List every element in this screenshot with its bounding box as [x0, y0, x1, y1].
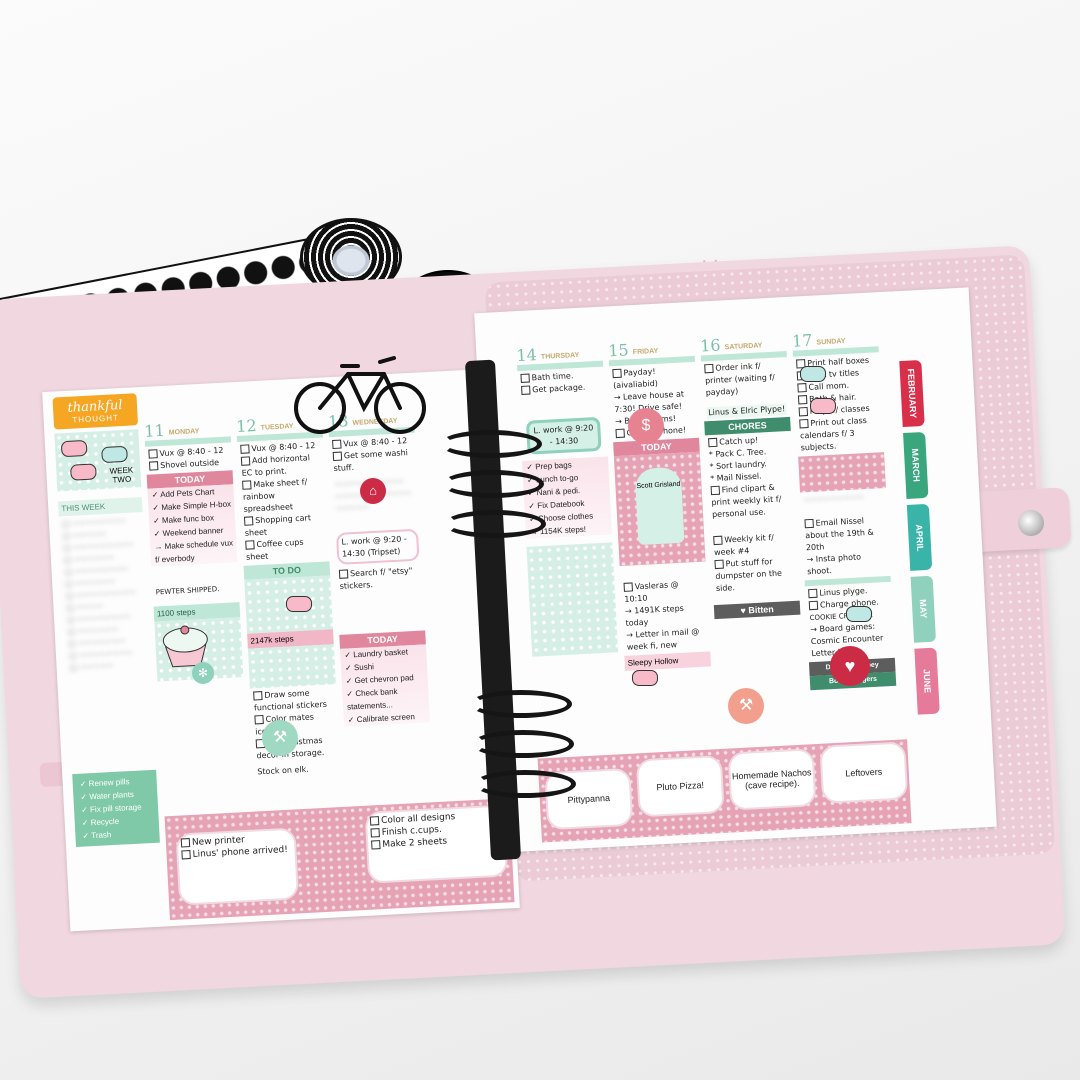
- day-name: SATURDAY: [724, 342, 763, 352]
- task[interactable]: → Make schedule vux f/ everbody: [150, 536, 237, 566]
- task-list: Catch up! * Pack C. Tree. * Sort laundry…: [705, 431, 795, 523]
- note: Search f/ "etsy" stickers.: [338, 566, 413, 591]
- day-notes: Vux @ 8:40 - 12 Add horizontal EC to pri…: [237, 438, 329, 566]
- task-list: ✓ Add Pets Chart ✓ Make Simple H-box ✓ M…: [147, 484, 238, 567]
- binder-ring: [444, 510, 546, 538]
- dumbbell-icon: ⚒: [728, 688, 764, 724]
- day-number: 12: [235, 415, 258, 437]
- tab-february[interactable]: FEBRUARY: [899, 359, 925, 428]
- task-list: ✓ Laundry basket ✓ Sushi ✓ Get chevron p…: [340, 644, 430, 727]
- binder-ring: [440, 430, 542, 458]
- day-notes: Bath time. Get package.: [517, 367, 604, 399]
- meal-box: Pluto Pizza!: [635, 754, 725, 818]
- day-notes: Vux @ 8:40 - 12 Get some washi stuff.: [329, 433, 417, 477]
- day-header: 16 SATURDAY: [699, 325, 787, 362]
- stock-note: Stock on elk.: [257, 764, 310, 777]
- day-number: 11: [143, 420, 166, 441]
- snowflake-icon: ✻: [192, 662, 214, 684]
- day-name: FRIDAY: [632, 347, 659, 357]
- note: Get some washi stuff.: [332, 448, 409, 473]
- tab-april[interactable]: APRIL: [906, 503, 933, 571]
- shopping-basket-icon: ⌂: [360, 478, 386, 504]
- tab-may[interactable]: MAY: [910, 575, 937, 643]
- note-box: New printer Linus' phone arrived!: [175, 827, 300, 906]
- day-notes: Email Nissel about the 19th & 20th → Ins…: [801, 512, 890, 580]
- checklist-item[interactable]: ✓ Trash: [78, 826, 157, 843]
- blurred-notes: ▢ ~~~~~~~~ ▢ ~~~~~ ▢ ~~~~~~~~~ ▢ ~~~~~~ ▢ ~~…: [61, 515, 137, 673]
- day-notes: Vasleras @ 10:10 → 1491K steps today → L…: [620, 576, 710, 656]
- pattern-box: [247, 644, 336, 689]
- day-name: SUNDAY: [816, 337, 846, 347]
- day-notes: Weekly kit f/ week #4 Put stuff for dump…: [710, 529, 799, 597]
- note: → Letter in mail @ week fi, new: [626, 626, 700, 652]
- day-number: 17: [791, 330, 813, 351]
- binder-ring: [470, 690, 572, 718]
- day-number: 16: [699, 335, 722, 356]
- meal-box: Leftovers: [819, 741, 909, 804]
- note: Order ink f/ printer (waiting f/ payday): [704, 361, 776, 398]
- dumbbell-icon: ⚒: [262, 720, 298, 756]
- binder-ring: [472, 730, 574, 758]
- day-header: 15 FRIDAY: [607, 329, 696, 367]
- task-list: Draw some functional stickers Color mate…: [250, 684, 340, 764]
- sidebar-checklist: ✓ Renew pills ✓ Water plants ✓ Fix pill …: [72, 769, 160, 847]
- binder-ring: [442, 470, 544, 498]
- note: Coffee cups sheet: [245, 537, 304, 562]
- day-header: 11 MONDAY: [143, 410, 232, 447]
- pattern-box: [798, 452, 886, 493]
- day-number: 15: [607, 340, 630, 361]
- day-header: 17 SUNDAY: [791, 320, 879, 357]
- bitten-band: ♥ Bitten: [713, 600, 801, 620]
- candy-icon: [800, 366, 826, 382]
- bicycle-paperclip-icon: [294, 356, 426, 434]
- tv-note: Sleepy Hollow: [624, 651, 712, 671]
- left-page: thankful THOUGHT WEEK TWO THIS WEEK ▢ ~~…: [42, 368, 520, 932]
- note: Email Nissel about the 19th & 20th: [804, 516, 874, 553]
- snap-button[interactable]: [1018, 510, 1044, 536]
- heart-icon: ♥: [830, 646, 870, 686]
- pattern-box: [526, 542, 619, 657]
- week-label-box: WEEK TWO: [54, 429, 142, 492]
- pattern-box: Scott Grisland: [613, 451, 706, 567]
- candy-icon: [286, 596, 312, 612]
- candy-icon: [60, 439, 88, 458]
- note: → Insta photo shoot.: [806, 552, 862, 577]
- day-number: 14: [515, 345, 538, 366]
- day-notes: Order ink f/ printer (waiting f/ payday)…: [701, 357, 790, 421]
- candy-icon: [846, 606, 872, 622]
- candy-icon: [632, 670, 658, 686]
- candy-icon: [70, 463, 97, 481]
- note: Make sheet f/ rainbow spreadsheet: [242, 477, 308, 514]
- day-notes: Vux @ 8:40 - 12 Shovel outside: [145, 442, 232, 474]
- right-page: 14 THURSDAY Bath time. Get package. L. w…: [474, 287, 997, 853]
- bottom-pattern-strip: Pittypanna Pluto Pizza! Homemade Nachos …: [537, 739, 912, 843]
- note: Put stuff for dumpster on the side.: [714, 557, 783, 594]
- task[interactable]: Draw some functional stickers: [253, 686, 334, 714]
- blurred-notes: ~~~~~~~~~: [803, 492, 864, 505]
- shipped-note: PEWTER SHIPPED.: [155, 585, 220, 597]
- note: Print out class calendars f/ 3 subjects.: [799, 415, 868, 453]
- note-box: Color all designs Finish c.cups. Make 2 …: [364, 804, 509, 884]
- day-name: THURSDAY: [540, 351, 580, 361]
- day-name: MONDAY: [168, 427, 200, 437]
- bottom-pattern-strip: New printer Linus' phone arrived! Color …: [164, 798, 515, 921]
- task[interactable]: Find clipart & print weekly kit f/ perso…: [710, 481, 793, 521]
- day-header: 14 THURSDAY: [515, 334, 604, 372]
- candy-icon: [810, 398, 836, 414]
- meal-box: Homemade Nachos (cave recipe).: [727, 748, 817, 811]
- candy-icon: [101, 445, 128, 464]
- tab-march[interactable]: MARCH: [903, 431, 929, 499]
- work-box: L. work @ 9:20 - 14:30 (Tripset): [335, 528, 420, 565]
- week-label: WEEK TWO: [109, 465, 134, 485]
- binder-ring: [474, 770, 576, 798]
- money-icon: $: [628, 408, 664, 444]
- thankful-thought-header: thankful THOUGHT: [52, 393, 139, 430]
- tab-june[interactable]: JUNE: [914, 647, 940, 715]
- mason-jar-sticker: Scott Grisland: [634, 466, 685, 546]
